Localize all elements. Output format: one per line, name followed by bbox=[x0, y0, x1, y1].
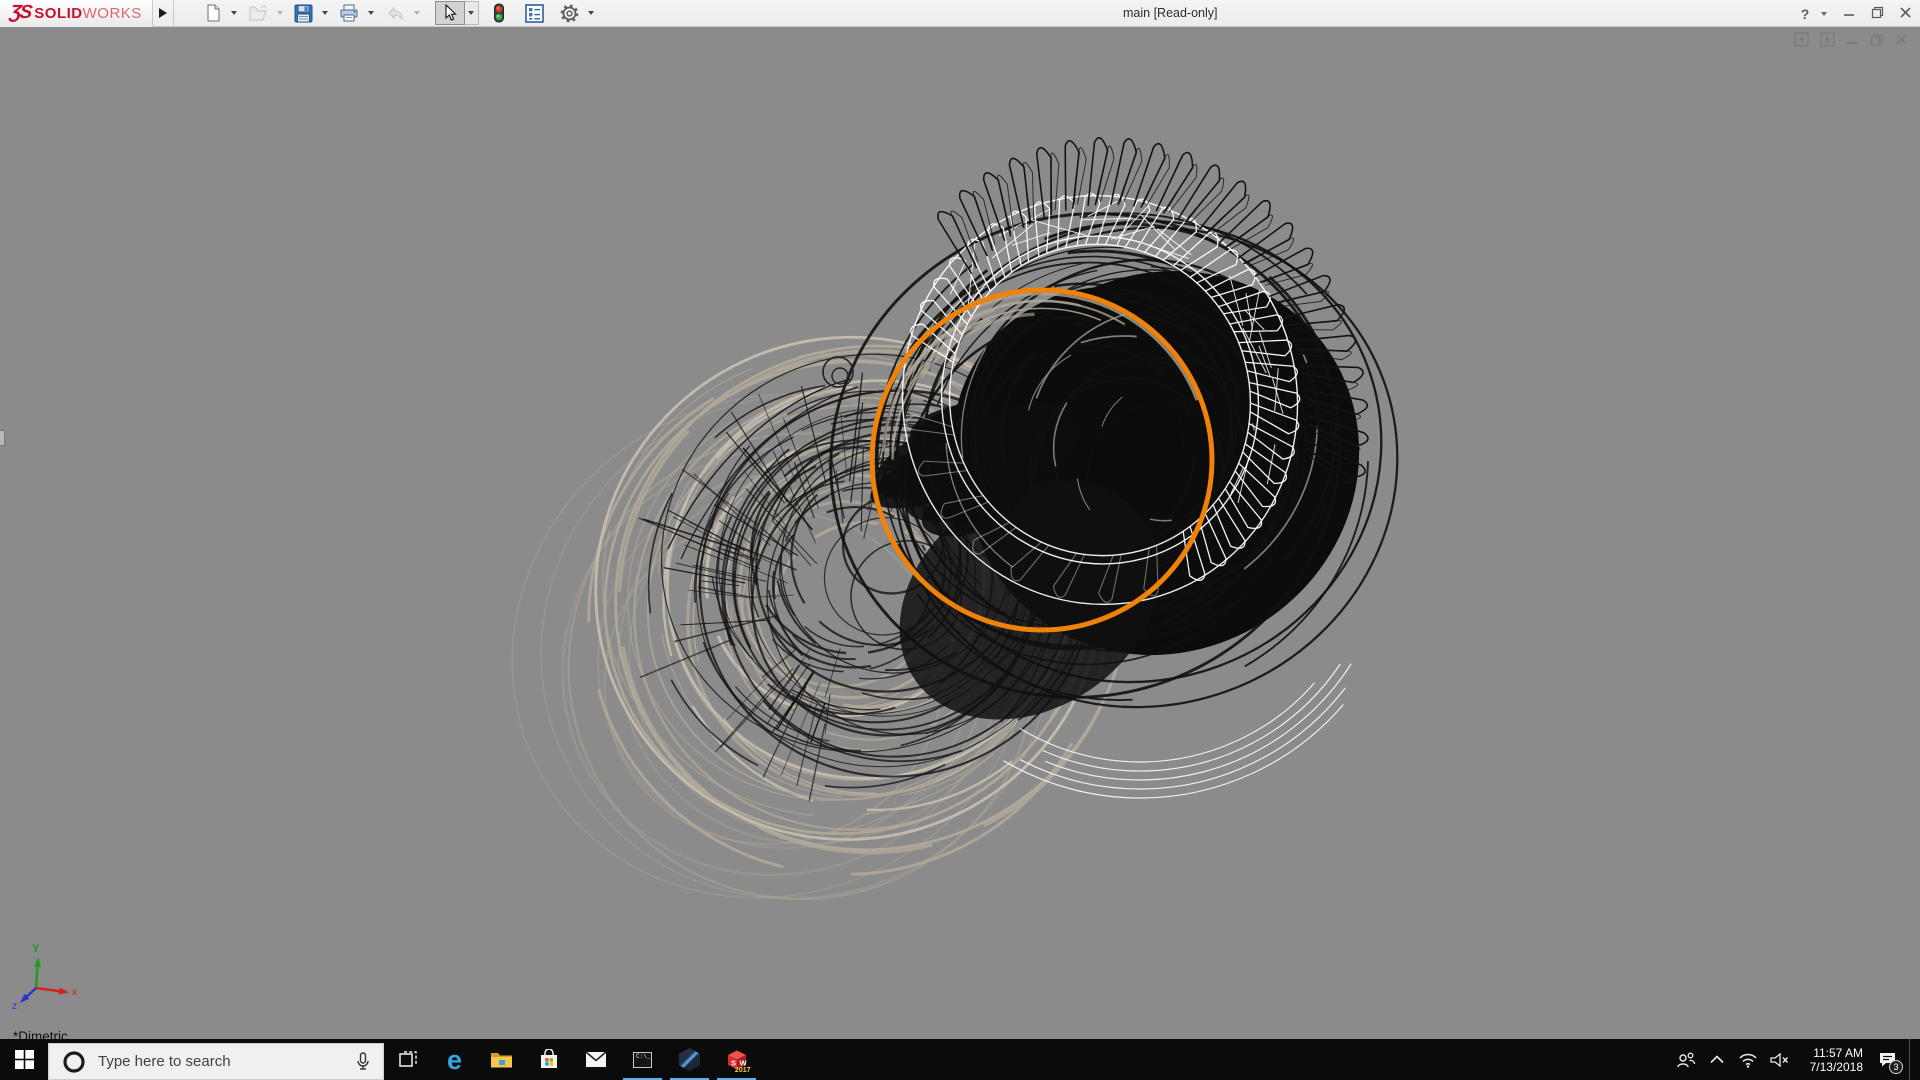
new-document-button[interactable] bbox=[200, 1, 226, 25]
mail-button[interactable] bbox=[572, 1039, 619, 1080]
clock-time: 11:57 AM bbox=[1813, 1045, 1863, 1060]
command-prompt-button[interactable]: C:\_ bbox=[619, 1039, 666, 1080]
taskbar-search[interactable] bbox=[48, 1043, 384, 1080]
network-button[interactable] bbox=[1737, 1052, 1759, 1068]
task-view-icon bbox=[398, 1050, 417, 1067]
file-explorer-icon bbox=[491, 1053, 512, 1068]
edge-icon: e bbox=[446, 1044, 463, 1075]
edge-button[interactable]: e bbox=[431, 1039, 478, 1080]
select-tool-dropdown[interactable] bbox=[464, 1, 479, 25]
dropdown-arrow[interactable] bbox=[587, 11, 594, 15]
save-icon bbox=[294, 4, 313, 22]
notification-badge: 3 bbox=[1889, 1059, 1903, 1074]
print-icon bbox=[340, 4, 358, 22]
doc-restore-icon[interactable] bbox=[1870, 33, 1884, 47]
doc-minimize-icon[interactable] bbox=[1846, 33, 1859, 46]
titlebar: ƷS SOLID WORKS main [Read-only] ? bbox=[0, 0, 1920, 27]
taskbar-apps: e C:\_ S W 2017 bbox=[384, 1039, 760, 1080]
file-properties-button[interactable] bbox=[521, 1, 548, 25]
pane-right-icon[interactable] bbox=[1820, 32, 1835, 47]
options-button[interactable] bbox=[556, 1, 583, 25]
select-cursor-icon bbox=[445, 4, 457, 21]
dropdown-arrow[interactable] bbox=[367, 11, 374, 15]
task-view-button[interactable] bbox=[384, 1039, 431, 1080]
tray-overflow-button[interactable] bbox=[1706, 1055, 1728, 1064]
close-icon bbox=[1899, 6, 1911, 18]
dropdown-arrow[interactable] bbox=[230, 11, 237, 15]
help-button[interactable]: ? bbox=[1798, 6, 1812, 22]
rebuild-button[interactable] bbox=[489, 1, 509, 25]
window-controls: ? bbox=[1798, 0, 1916, 27]
close-button[interactable] bbox=[1894, 6, 1916, 22]
action-center-button[interactable]: 3 bbox=[1874, 1047, 1903, 1074]
open-document-button[interactable] bbox=[244, 1, 272, 25]
engine-wireframe-model[interactable]: Yx z bbox=[0, 27, 1920, 1040]
solidworks-logo: ƷS SOLID WORKS bbox=[0, 0, 152, 27]
dropdown-arrow[interactable] bbox=[321, 11, 328, 15]
hexagon-3d-app-button[interactable] bbox=[666, 1039, 713, 1080]
properties-list-icon bbox=[524, 3, 544, 23]
store-button[interactable] bbox=[525, 1039, 572, 1080]
cortana-icon bbox=[63, 1050, 85, 1073]
select-tool-button[interactable] bbox=[434, 1, 465, 25]
minimize-icon bbox=[1844, 14, 1854, 16]
print-button[interactable] bbox=[335, 1, 363, 25]
restore-icon bbox=[1871, 6, 1883, 18]
solidworks-year-label: 2017 bbox=[734, 1066, 751, 1074]
volume-button[interactable] bbox=[1768, 1052, 1790, 1068]
speaker-muted-icon bbox=[1770, 1052, 1789, 1067]
wifi-icon bbox=[1739, 1053, 1757, 1068]
minimize-button[interactable] bbox=[1838, 6, 1860, 21]
menu-expander-button[interactable] bbox=[153, 0, 173, 27]
panel-collapse-tab[interactable] bbox=[0, 430, 5, 446]
windows-logo-icon bbox=[14, 1050, 34, 1069]
people-button[interactable] bbox=[1675, 1051, 1697, 1069]
mail-icon bbox=[584, 1051, 607, 1067]
restore-button[interactable] bbox=[1866, 6, 1888, 22]
solidworks-2017-button[interactable]: S W 2017 bbox=[713, 1039, 760, 1080]
svg-text:x: x bbox=[72, 987, 77, 998]
start-button[interactable] bbox=[0, 1039, 48, 1080]
svg-text:Y: Y bbox=[32, 943, 40, 955]
document-window-controls bbox=[1794, 32, 1908, 47]
file-explorer-button[interactable] bbox=[478, 1039, 525, 1080]
microphone-icon[interactable] bbox=[355, 1051, 371, 1072]
undo-icon bbox=[388, 6, 403, 21]
people-icon bbox=[1677, 1052, 1696, 1067]
desktop: ƷS SOLID WORKS main [Read-only] ? Y x z … bbox=[0, 0, 1920, 1080]
play-triangle-icon bbox=[158, 8, 167, 18]
command-prompt-icon: C:\_ bbox=[633, 1051, 652, 1068]
search-input[interactable] bbox=[86, 1053, 355, 1070]
help-dropdown-arrow[interactable] bbox=[1821, 11, 1827, 16]
save-button[interactable] bbox=[290, 1, 317, 25]
hexagon-3d-app-icon bbox=[679, 1048, 700, 1071]
dropdown-arrow[interactable] bbox=[413, 11, 420, 15]
doc-close-icon[interactable] bbox=[1895, 33, 1908, 46]
system-tray: 11:57 AM 7/13/2018 3 bbox=[1675, 1039, 1920, 1080]
graphics-area[interactable]: Yxz *Dimetric bbox=[0, 27, 1920, 1040]
store-icon bbox=[540, 1049, 557, 1068]
taskbar: e bbox=[0, 1039, 1920, 1080]
gear-icon bbox=[560, 4, 579, 22]
pane-left-icon[interactable] bbox=[1794, 32, 1809, 47]
dassault-3ds-glyph: ƷS bbox=[8, 2, 32, 23]
taskbar-clock[interactable]: 11:57 AM 7/13/2018 bbox=[1801, 1046, 1863, 1074]
chevron-up-icon bbox=[1710, 1055, 1724, 1064]
traffic-light-icon bbox=[493, 3, 504, 23]
window-title: main [Read-only] bbox=[1123, 6, 1218, 20]
new-document-icon bbox=[207, 4, 220, 22]
divider bbox=[172, 0, 174, 27]
quick-access-toolbar bbox=[200, 1, 599, 25]
dropdown-arrow[interactable] bbox=[276, 11, 283, 15]
solidworks-2017-icon: S W 2017 bbox=[725, 1048, 751, 1074]
undo-button[interactable] bbox=[381, 1, 409, 25]
open-folder-icon bbox=[249, 4, 267, 21]
svg-text:z: z bbox=[12, 1001, 17, 1012]
show-desktop-button[interactable] bbox=[1909, 1039, 1916, 1080]
clock-date: 7/13/2018 bbox=[1809, 1059, 1863, 1074]
